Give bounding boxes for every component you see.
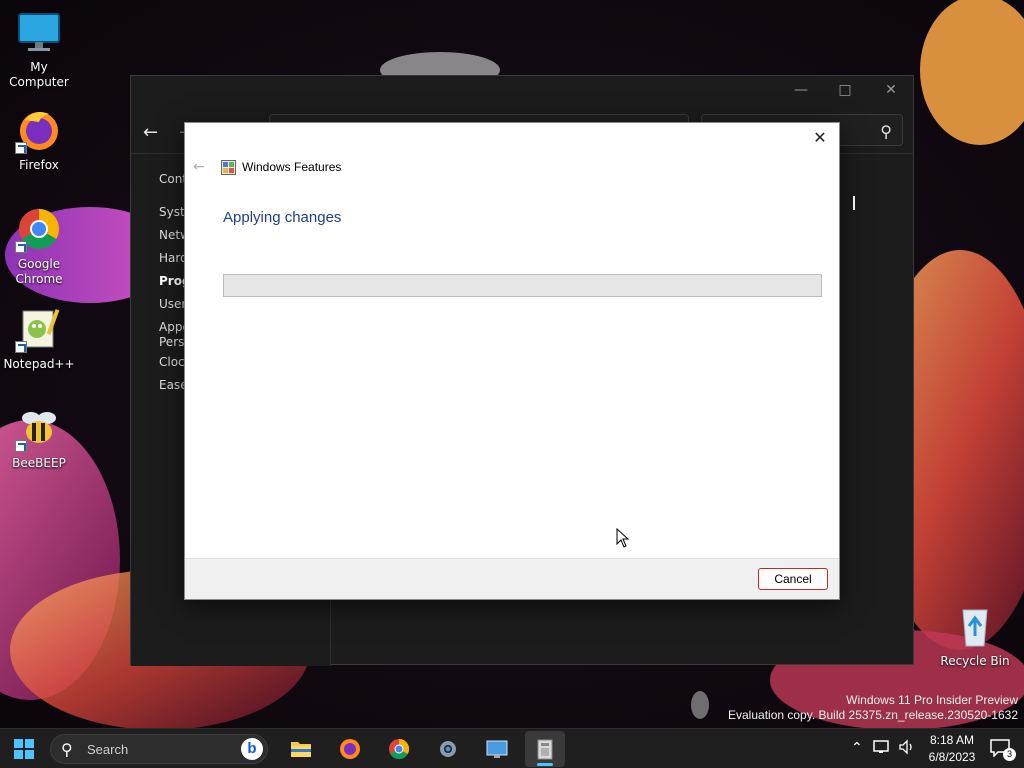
dialog-title: Windows Features bbox=[242, 160, 342, 174]
search-icon: ⚲ bbox=[61, 740, 73, 759]
settings-icon bbox=[440, 741, 456, 757]
dialog-footer: Cancel bbox=[185, 558, 839, 599]
desktop-icon-label: Notepad++ bbox=[3, 357, 75, 371]
windows-features-dialog[interactable]: ✕ ← Windows Features Applying changes Ca… bbox=[184, 122, 840, 600]
taskbar-chrome[interactable] bbox=[379, 731, 419, 767]
bee-icon bbox=[15, 404, 63, 452]
shortcut-arrow-icon bbox=[15, 440, 27, 452]
volume-icon[interactable] bbox=[898, 739, 916, 759]
sidebar-item[interactable]: Cont bbox=[159, 172, 187, 186]
desktop-icon-label: Firefox bbox=[19, 158, 59, 172]
desktop-icon-beebeep[interactable]: BeeBEEP bbox=[1, 404, 77, 471]
search-placeholder: Search bbox=[87, 742, 129, 757]
desktop-icon-label: Recycle Bin bbox=[940, 654, 1010, 668]
network-icon[interactable] bbox=[873, 739, 891, 759]
taskbar-settings[interactable] bbox=[428, 731, 468, 767]
close-icon[interactable]: ✕ bbox=[881, 82, 901, 98]
control-panel-titlebar[interactable]: — □ ✕ bbox=[131, 76, 913, 106]
taskbar-search-box[interactable]: ⚲ Search b bbox=[50, 734, 268, 764]
back-arrow-icon: ← bbox=[193, 159, 205, 175]
recycle-bin-icon bbox=[951, 602, 999, 650]
desktop-icon-label: Google Chrome bbox=[15, 257, 63, 286]
control-panel-icon bbox=[537, 739, 553, 760]
text-caret bbox=[853, 196, 855, 210]
taskbar-firefox[interactable] bbox=[330, 731, 370, 767]
progress-bar bbox=[223, 274, 822, 297]
sidebar-item[interactable]: Pers bbox=[159, 335, 184, 349]
notification-count-badge: 3 bbox=[1003, 748, 1016, 761]
taskbar-clock[interactable]: 8:18 AM 6/8/2023 bbox=[922, 732, 982, 766]
taskbar-file-explorer[interactable] bbox=[281, 731, 321, 767]
notification-center-button[interactable]: 3 bbox=[990, 739, 1016, 761]
desktop-icon-label: BeeBEEP bbox=[12, 456, 66, 470]
watermark-line-2: Evaluation copy. Build 25375.zn_release.… bbox=[728, 708, 1018, 722]
dialog-heading: Applying changes bbox=[223, 209, 342, 226]
windows-features-icon bbox=[221, 160, 236, 175]
back-arrow-icon[interactable]: ← bbox=[143, 122, 158, 143]
desktop-icon-chrome[interactable]: Google Chrome bbox=[1, 205, 77, 287]
shortcut-arrow-icon bbox=[15, 241, 27, 253]
mouse-pointer-icon bbox=[616, 528, 630, 548]
sidebar-item[interactable]: Cloc bbox=[159, 355, 185, 369]
taskbar-remote-desktop[interactable] bbox=[477, 731, 517, 767]
desktop-icon-notepad-plus-plus[interactable]: Notepad++ bbox=[1, 305, 77, 372]
shortcut-arrow-icon bbox=[15, 142, 27, 154]
evaluation-watermark: Windows 11 Pro Insider Preview Evaluatio… bbox=[728, 693, 1018, 723]
desktop-icon-label: My Computer bbox=[9, 60, 69, 89]
clock-time: 8:18 AM bbox=[929, 733, 975, 747]
sidebar-item[interactable]: User bbox=[159, 297, 186, 311]
desktop-icon-firefox[interactable]: Firefox bbox=[1, 106, 77, 173]
close-icon[interactable]: ✕ bbox=[809, 127, 831, 149]
monitor-icon bbox=[15, 8, 63, 56]
firefox-icon bbox=[15, 106, 63, 154]
maximize-icon[interactable]: □ bbox=[835, 82, 855, 98]
minimize-icon[interactable]: — bbox=[791, 82, 811, 98]
remote-desktop-icon bbox=[486, 740, 508, 758]
bing-icon[interactable]: b bbox=[241, 738, 263, 760]
desktop-icon-my-computer[interactable]: My Computer bbox=[1, 8, 77, 90]
chrome-icon bbox=[389, 738, 410, 760]
taskbar-control-panel[interactable] bbox=[525, 731, 565, 767]
clock-date: 6/8/2023 bbox=[928, 750, 976, 764]
search-icon: ⚲ bbox=[880, 122, 892, 141]
taskbar: ⚲ Search b ⌃ 8:18 AM 6/8/2023 3 bbox=[0, 728, 1024, 768]
desktop-icon-recycle-bin[interactable]: Recycle Bin bbox=[937, 602, 1013, 669]
chevron-up-icon[interactable]: ⌃ bbox=[851, 740, 863, 756]
cancel-button[interactable]: Cancel bbox=[758, 568, 828, 590]
start-icon bbox=[14, 739, 34, 759]
file-explorer-icon bbox=[291, 742, 311, 757]
notepad-plus-plus-icon bbox=[15, 305, 63, 353]
start-button[interactable] bbox=[4, 731, 44, 767]
chrome-icon bbox=[15, 205, 63, 253]
watermark-line-1: Windows 11 Pro Insider Preview bbox=[846, 693, 1018, 707]
firefox-icon bbox=[340, 739, 360, 759]
shortcut-arrow-icon bbox=[15, 341, 27, 353]
